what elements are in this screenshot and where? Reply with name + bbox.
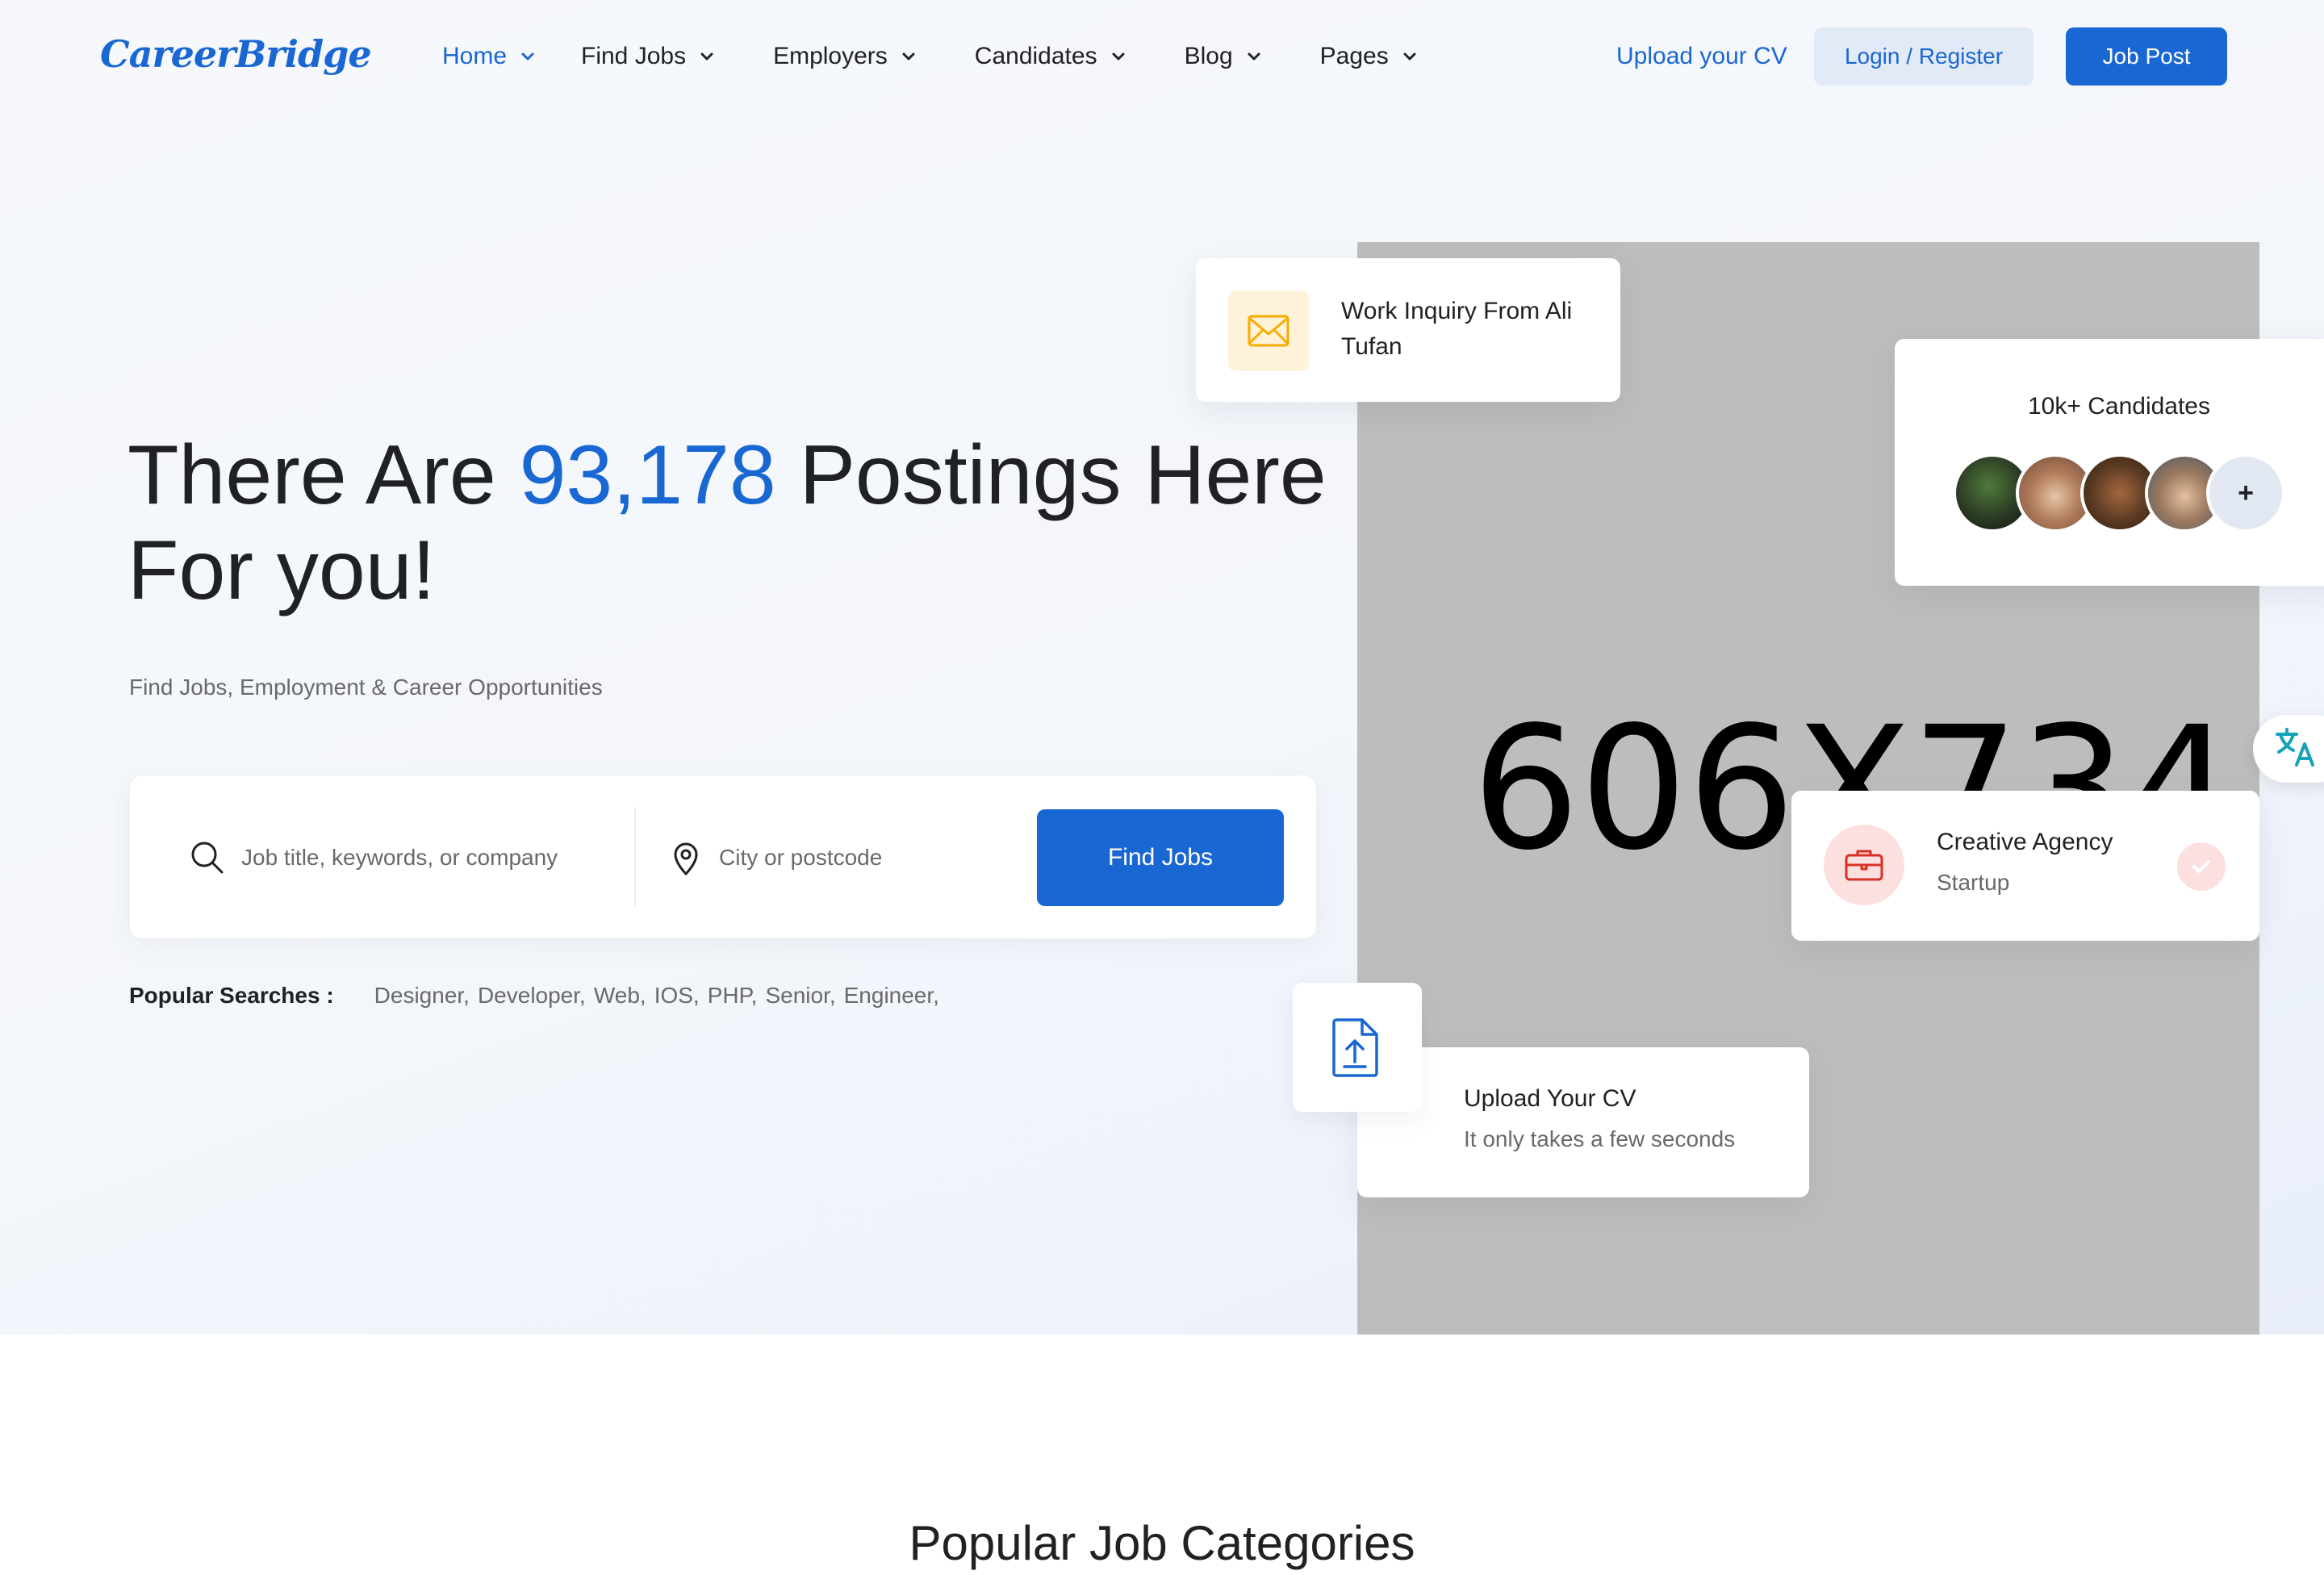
agency-title: Creative Agency: [1937, 829, 2113, 855]
popular-tag[interactable]: Web,: [594, 983, 646, 1009]
chevron-down-icon: [518, 47, 537, 66]
headline-text: There Are: [127, 428, 520, 522]
postings-count: 93,178: [519, 428, 776, 522]
popular-tag[interactable]: PHP,: [708, 983, 758, 1009]
popular-tag[interactable]: Designer,: [374, 983, 470, 1009]
nav-label: Find Jobs: [581, 43, 687, 69]
find-jobs-button[interactable]: Find Jobs: [1037, 809, 1284, 906]
popular-tag[interactable]: IOS,: [654, 983, 700, 1009]
nav-find-jobs[interactable]: Find Jobs: [581, 37, 717, 76]
nav-label: Employers: [773, 43, 888, 69]
upload-subtitle: It only takes a few seconds: [1464, 1126, 1736, 1151]
section-title: Popular Job Categories: [909, 1516, 1415, 1570]
work-inquiry-card: Work Inquiry From Ali Tufan: [1196, 258, 1620, 402]
upload-cv-card: Upload Your CV It only takes a few secon…: [1357, 1047, 1809, 1197]
creative-agency-card: Creative Agency Startup: [1791, 791, 2259, 941]
file-upload-icon: [1330, 1017, 1381, 1082]
popular-searches-label: Popular Searches :: [129, 983, 334, 1008]
main-nav: Home Find Jobs Employers Candidates Blog…: [442, 37, 1419, 76]
job-post-button[interactable]: Job Post: [2066, 27, 2227, 86]
hero-headline: There Are 93,178 Postings Here For you!: [127, 428, 1354, 618]
check-icon: [2177, 842, 2226, 891]
nav-candidates[interactable]: Candidates: [975, 37, 1128, 76]
candidates-title: 10k+ Candidates: [2028, 393, 2210, 420]
logo[interactable]: CareerBridge: [100, 32, 372, 76]
chevron-down-icon: [1400, 47, 1419, 66]
upload-cv-link[interactable]: Upload your CV: [1616, 37, 1787, 76]
search-icon: [188, 838, 227, 877]
chevron-down-icon: [1109, 47, 1128, 66]
nav-employers[interactable]: Employers: [773, 37, 918, 76]
upload-title: Upload Your CV: [1464, 1085, 1636, 1112]
upload-cv-icon-tile[interactable]: [1293, 983, 1422, 1112]
nav-pages[interactable]: Pages: [1320, 37, 1419, 76]
popular-tag[interactable]: Senior,: [765, 983, 835, 1009]
nav-blog[interactable]: Blog: [1185, 37, 1264, 76]
nav-label: Pages: [1319, 43, 1389, 69]
nav-label: Home: [442, 43, 508, 69]
search-divider: [634, 808, 636, 906]
inquiry-title: Work Inquiry From Ali Tufan: [1341, 298, 1573, 360]
briefcase-icon: [1824, 825, 1904, 905]
envelope-icon: [1228, 290, 1309, 371]
agency-subtitle: Startup: [1937, 870, 2010, 895]
nav-label: Blog: [1184, 43, 1233, 69]
location-input[interactable]: [719, 838, 1009, 877]
translate-icon: [2272, 725, 2318, 774]
popular-tag[interactable]: Developer,: [478, 983, 586, 1009]
popular-tag[interactable]: Engineer,: [844, 983, 939, 1009]
job-search-form: Find Jobs: [129, 775, 1317, 939]
hero-subtitle: Find Jobs, Employment & Career Opportuni…: [129, 675, 603, 700]
keyword-input[interactable]: [241, 838, 612, 877]
more-plus: +: [2238, 477, 2254, 508]
nav-label: Candidates: [974, 43, 1097, 69]
more-candidates-badge[interactable]: +: [2206, 453, 2285, 533]
chevron-down-icon: [899, 47, 918, 66]
nav-home[interactable]: Home: [442, 37, 534, 76]
translate-button[interactable]: [2253, 715, 2324, 783]
popular-searches: Popular Searches : Designer, Developer, …: [129, 983, 947, 1009]
chevron-down-icon: [1244, 47, 1264, 66]
candidates-card: 10k+ Candidates +: [1895, 339, 2324, 586]
location-pin-icon: [667, 838, 705, 877]
login-register-button[interactable]: Login / Register: [1814, 27, 2034, 86]
chevron-down-icon: [697, 47, 717, 66]
